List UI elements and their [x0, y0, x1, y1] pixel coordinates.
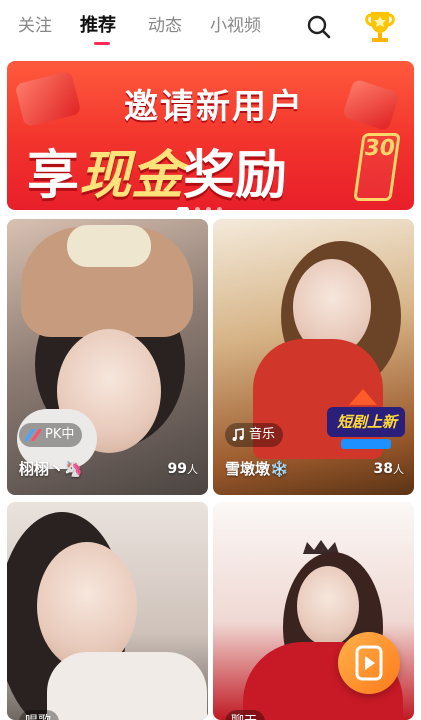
streamer-name: 栩栩丶🦄: [19, 460, 83, 478]
live-tag-label: 音乐: [249, 427, 276, 442]
trophy-icon[interactable]: [360, 6, 400, 46]
video-play-fab[interactable]: [338, 632, 400, 694]
red-envelope-decoration: [341, 78, 401, 132]
bow-image: [67, 225, 151, 267]
live-tag-label: 聊天: [231, 710, 257, 720]
viewer-count-unit: 人: [393, 463, 404, 476]
banner-text-prefix: 享: [27, 146, 80, 206]
short-drama-badge: 短剧上新: [323, 387, 409, 453]
tab-short-video[interactable]: 小视频: [210, 14, 261, 38]
viewer-count-number: 38: [373, 461, 393, 477]
short-drama-badge-text: 短剧上新: [336, 413, 397, 431]
top-nav: 关注 推荐 动态 小视频: [0, 0, 421, 54]
viewer-count-unit: 人: [187, 463, 198, 476]
pk-icon: [25, 429, 41, 441]
tab-follow[interactable]: 关注: [18, 14, 52, 38]
red-envelope-decoration: [14, 70, 82, 128]
active-tab-indicator: [94, 42, 110, 45]
carousel-dots: [177, 197, 228, 210]
tab-recommend[interactable]: 推荐: [80, 14, 116, 38]
live-tag-label: 唱歌: [25, 710, 51, 720]
photo-sleeve: [47, 652, 207, 720]
live-room-card[interactable]: 短剧上新 音乐 雪墩墩❄️ 38人: [213, 219, 414, 495]
live-tag: PK中: [19, 423, 83, 447]
banner-text-highlight: 现金: [79, 146, 184, 206]
music-note-icon: [232, 428, 244, 441]
live-room-card[interactable]: PK中 栩栩丶🦄 99人: [7, 219, 208, 495]
search-icon[interactable]: [306, 14, 332, 40]
live-tag: 唱歌: [19, 710, 60, 720]
streamer-name: 雪墩墩❄️: [225, 460, 289, 478]
live-tag: 聊天: [225, 710, 266, 720]
photo-face: [37, 542, 137, 670]
viewer-count-number: 99: [167, 461, 187, 477]
tab-dynamic[interactable]: 动态: [148, 14, 182, 38]
banner-headline: 邀请新用户: [124, 87, 304, 127]
live-room-card[interactable]: 唱歌: [7, 502, 208, 720]
live-tag-label: PK中: [45, 427, 75, 442]
viewer-count: 99人: [168, 459, 198, 480]
viewer-count: 38人: [374, 459, 404, 480]
banner-amount-badge: 30: [353, 133, 401, 201]
play-video-icon: [355, 645, 383, 681]
invite-promo-banner[interactable]: 邀请新用户 享现金奖励 30: [7, 61, 414, 210]
live-tag: 音乐: [225, 423, 284, 447]
